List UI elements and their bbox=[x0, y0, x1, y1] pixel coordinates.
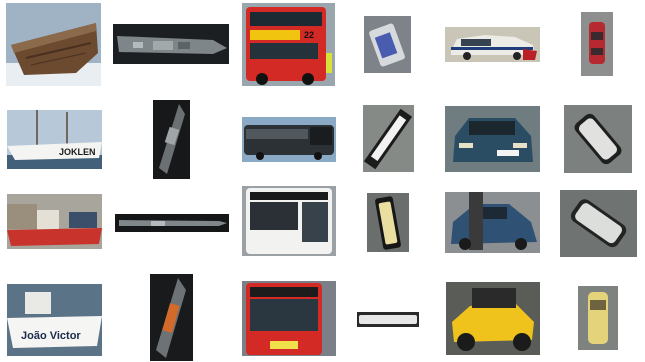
dark-ship-aerial-photo bbox=[153, 100, 190, 179]
red-double-decker-bus-photo: 22 bbox=[242, 3, 335, 86]
white-bus-aerial-thumbnail bbox=[357, 312, 419, 327]
fishing-boat-joao-victor-photo: João Victor bbox=[7, 284, 102, 356]
white-car-aerial-thumbnail bbox=[564, 105, 632, 173]
grey-warship-aerial-photo bbox=[113, 24, 229, 64]
long-bus-aerial-thumbnail bbox=[363, 105, 414, 172]
boat-name-text: João Victor bbox=[21, 330, 81, 342]
yellow-dune-buggy-photo bbox=[446, 282, 540, 355]
blue-sedan-photo bbox=[445, 106, 540, 172]
yellow-car-aerial-thumbnail bbox=[578, 286, 618, 350]
red-car-aerial-thumbnail bbox=[581, 12, 613, 76]
yellow-vehicle-aerial-thumbnail bbox=[367, 193, 409, 252]
blue-hatchback-photo bbox=[445, 192, 540, 253]
bus-aerial-thumbnail bbox=[364, 16, 411, 73]
white-city-bus-photo bbox=[242, 186, 336, 256]
red-single-decker-bus-photo bbox=[242, 281, 336, 356]
red-tugboat-photo bbox=[7, 194, 102, 249]
silver-car-aerial-thumbnail bbox=[560, 190, 637, 257]
bus-destination-number: 22 bbox=[304, 30, 314, 40]
boat-name-text: JOKLEN bbox=[59, 147, 96, 157]
sailboat-joklen-photo: JOKLEN bbox=[7, 110, 102, 169]
narrow-ship-aerial-photo bbox=[115, 214, 229, 232]
coach-bus-photo bbox=[242, 117, 336, 162]
police-car-photo bbox=[445, 27, 540, 62]
wooden-ship-photo bbox=[6, 3, 101, 86]
tugboat-aerial-photo bbox=[150, 274, 193, 361]
